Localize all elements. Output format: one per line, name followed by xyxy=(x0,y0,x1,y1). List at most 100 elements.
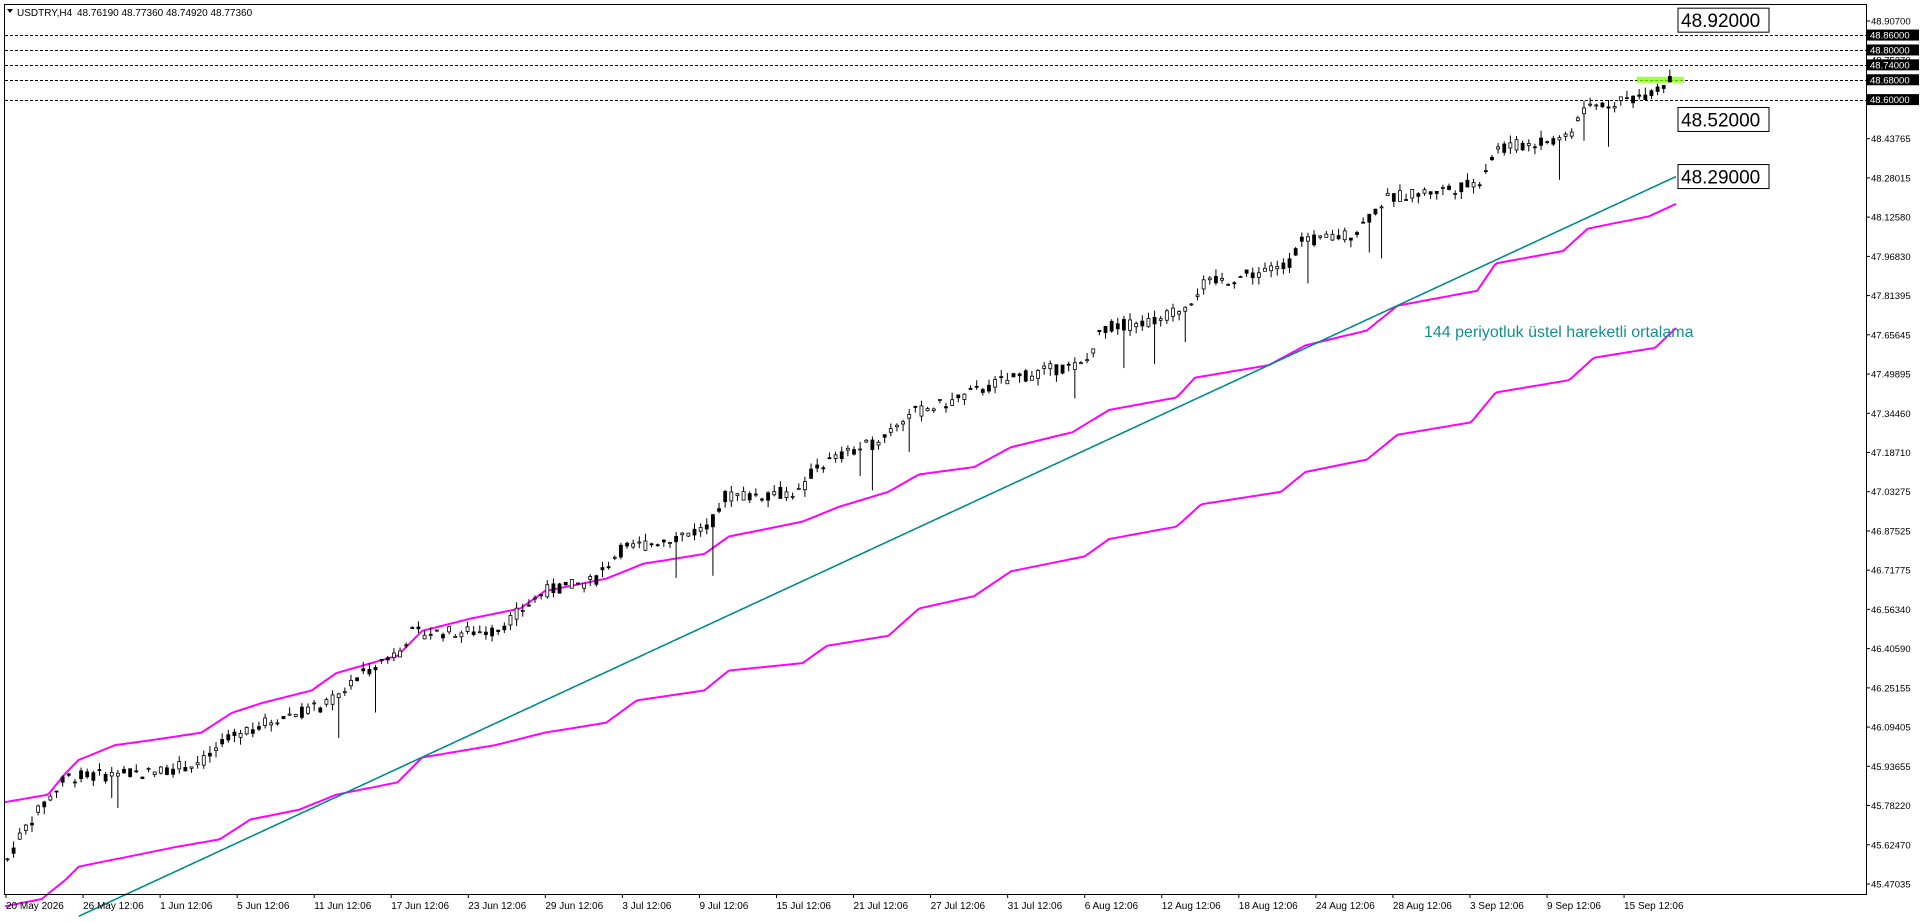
candle-body xyxy=(692,528,697,536)
candle-body xyxy=(1017,373,1022,377)
candle-body xyxy=(1275,266,1280,270)
candle-body xyxy=(1348,237,1353,241)
y-tick-label: 48.90700 xyxy=(1871,17,1911,28)
candle-body xyxy=(1459,182,1464,193)
x-tick-label: 11 Jun 12:06 xyxy=(314,901,372,912)
x-tick-label: 15 Sep 12:06 xyxy=(1624,901,1684,912)
candle-body xyxy=(698,527,703,532)
y-tick-label: 47.34460 xyxy=(1871,409,1911,420)
candle-body xyxy=(1152,316,1157,325)
candle-body xyxy=(79,770,83,780)
candle-body xyxy=(1434,190,1439,194)
candle-body xyxy=(502,625,507,631)
candle-body xyxy=(668,542,672,545)
candle-body xyxy=(195,762,200,766)
candle-body xyxy=(318,707,323,713)
candle-body xyxy=(1232,282,1237,285)
level-price-label: 48.74000 xyxy=(1870,60,1910,71)
candle-body xyxy=(1533,146,1537,149)
candle-body xyxy=(152,771,157,775)
candle-body xyxy=(453,636,458,638)
candle-body xyxy=(434,629,439,632)
candle-body xyxy=(1177,311,1182,315)
candle-body xyxy=(66,773,71,776)
level-price-label: 48.86000 xyxy=(1870,31,1910,42)
candle-body xyxy=(1588,103,1593,106)
x-tick-label: 5 Jun 12:06 xyxy=(237,901,290,912)
candle-body xyxy=(980,389,985,393)
candle-body xyxy=(275,722,280,725)
candle-body xyxy=(1238,276,1243,278)
candle-body xyxy=(171,768,175,775)
candle-body xyxy=(122,768,126,774)
candle-body xyxy=(342,691,347,694)
candle-body xyxy=(471,631,476,635)
candle-body xyxy=(717,508,721,512)
candle-body xyxy=(803,481,807,491)
candle-body xyxy=(1134,322,1139,328)
y-tick-label: 45.93655 xyxy=(1871,762,1911,773)
chart-window[interactable]: 48.9070048.7527048.5918048.4376548.28015… xyxy=(0,0,1920,918)
candle-body xyxy=(1244,269,1249,274)
candle-body xyxy=(140,776,145,780)
candle-body xyxy=(42,801,47,808)
candle-body xyxy=(1594,104,1599,107)
candle-body xyxy=(293,714,298,717)
candle-body xyxy=(815,464,820,469)
candle-body xyxy=(729,491,734,502)
candle-body xyxy=(1023,370,1028,382)
candle-body xyxy=(993,379,997,388)
candle-body xyxy=(1336,235,1341,240)
candle-body xyxy=(1158,318,1163,321)
level-price-label: 48.60000 xyxy=(1870,95,1910,106)
candle-body xyxy=(680,532,685,536)
candle-body xyxy=(508,614,513,626)
candle-body xyxy=(1085,359,1090,362)
candle-body xyxy=(1422,189,1427,194)
candle-body xyxy=(1447,185,1451,190)
candle-body xyxy=(1410,189,1415,199)
chart-canvas[interactable]: 48.9070048.7527048.5918048.4376548.28015… xyxy=(0,0,1920,918)
x-tick-label: 9 Jul 12:06 xyxy=(699,901,748,912)
candle-body xyxy=(1631,95,1635,104)
candle-body xyxy=(1520,142,1525,151)
x-tick-label: 23 Jun 12:06 xyxy=(468,901,526,912)
candle-body xyxy=(796,487,801,490)
candle-body xyxy=(1060,364,1065,374)
candle-body xyxy=(36,805,41,813)
candle-body xyxy=(1391,193,1396,202)
candle-body xyxy=(1293,248,1298,256)
candle-body xyxy=(257,726,261,730)
upper-band-tag: 48.92000 xyxy=(1681,11,1760,32)
candle-body xyxy=(1625,97,1629,100)
candle-body xyxy=(128,768,133,777)
candle-body xyxy=(134,770,139,773)
x-tick-label: 17 Jun 12:06 xyxy=(391,901,449,912)
candle-body xyxy=(422,634,427,640)
candle-body xyxy=(747,493,752,501)
candle-body xyxy=(60,776,65,783)
candle-body xyxy=(1250,272,1255,279)
candle-body xyxy=(1201,279,1206,290)
candle-body xyxy=(1048,363,1053,370)
candle-body xyxy=(753,493,758,496)
candle-body xyxy=(398,650,402,658)
x-tick-label: 15 Jul 12:06 xyxy=(777,901,832,912)
candle-body xyxy=(1214,275,1218,284)
candle-body xyxy=(349,679,353,687)
candle-body xyxy=(244,727,249,735)
candle-body xyxy=(165,767,169,775)
x-tick-label: 24 Aug 12:06 xyxy=(1316,901,1375,912)
candle-body xyxy=(30,822,34,826)
candle-body xyxy=(404,644,409,647)
candle-body xyxy=(1042,365,1047,369)
candle-body xyxy=(968,387,973,390)
y-tick-label: 46.71775 xyxy=(1871,566,1911,577)
ema-annotation: 144 periyotluk üstel hareketli ortalama xyxy=(1424,324,1694,341)
x-tick-label: 28 Aug 12:06 xyxy=(1393,901,1452,912)
candle-body xyxy=(1029,375,1034,381)
candle-body xyxy=(1526,142,1531,146)
candle-body xyxy=(300,706,304,718)
candle-body xyxy=(263,717,267,726)
candle-body xyxy=(1312,234,1316,246)
